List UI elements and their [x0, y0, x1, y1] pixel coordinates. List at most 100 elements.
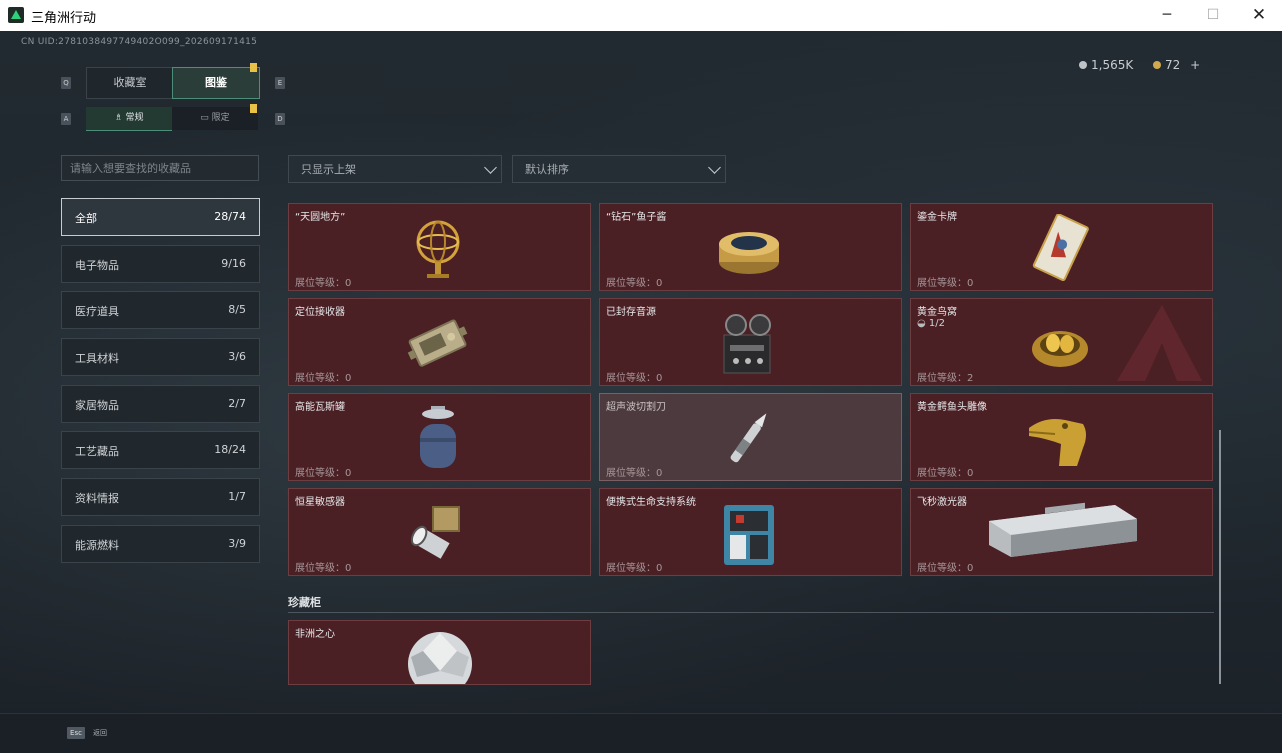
item-name: 黄金鸟窝	[917, 307, 957, 318]
collectible-card[interactable]: 超声波切割刀 展位等级：0	[599, 393, 902, 481]
level-label: 展位等级：	[295, 563, 345, 574]
category-energy[interactable]: 能源燃料 3/9	[61, 525, 260, 563]
level-label: 展位等级：	[606, 468, 656, 479]
level-value: 0	[967, 468, 974, 479]
key-hint-q: Q	[61, 77, 71, 89]
treasure-cabinet-title: 珍藏柜	[288, 596, 321, 609]
category-label: 资料情报	[75, 492, 119, 505]
back-label[interactable]: 返回	[93, 728, 107, 738]
category-count: 3/6	[228, 350, 246, 363]
silver-coin-icon	[1079, 61, 1087, 69]
new-badge	[250, 63, 257, 72]
watermark-logo-icon	[1117, 305, 1202, 381]
silver-amount: 1,565K	[1091, 58, 1134, 72]
new-badge	[250, 104, 257, 113]
collectible-card[interactable]: 定位接收器 展位等级：0	[288, 298, 591, 386]
collectible-card[interactable]: 非洲之心	[288, 620, 591, 685]
gas-canister-icon	[420, 406, 456, 468]
subtab-normal-icon: ♗	[114, 113, 126, 123]
category-tools[interactable]: 工具材料 3/6	[61, 338, 260, 376]
level-label: 展位等级：	[606, 563, 656, 574]
player-uid: CN UID:2781038497749402O099_202609171415	[21, 37, 258, 47]
collectible-card[interactable]: 鎏金卡牌 展位等级：0	[910, 203, 1213, 291]
category-household[interactable]: 家居物品 2/7	[61, 385, 260, 423]
minimize-button[interactable]: ─	[1144, 0, 1190, 31]
category-label: 家居物品	[75, 399, 119, 412]
category-intel[interactable]: 资料情报 1/7	[61, 478, 260, 516]
collectible-card[interactable]: 黄金鳄鱼头雕像 展位等级：0	[910, 393, 1213, 481]
collectible-card[interactable]: 飞秒激光器 展位等级：0	[910, 488, 1213, 576]
level-label: 展位等级：	[295, 468, 345, 479]
category-crafts[interactable]: 工艺藏品 18/24	[61, 431, 260, 469]
tab-collection-room[interactable]: 收藏室	[86, 67, 173, 99]
star-sensor-icon	[410, 506, 460, 559]
sort-dropdown-label: 默认排序	[525, 163, 569, 176]
item-level: 展位等级：0	[606, 274, 662, 289]
tab-catalog[interactable]: 图鉴	[172, 67, 260, 99]
category-count: 9/16	[221, 257, 246, 270]
collectible-card[interactable]: 高能瓦斯罐 展位等级：0	[288, 393, 591, 481]
level-value: 0	[656, 278, 663, 289]
item-level: 展位等级：0	[917, 274, 973, 289]
collectible-card[interactable]: 已封存音源 展位等级：0	[599, 298, 902, 386]
collectible-card[interactable]: “天圆地方” 展位等级：0	[288, 203, 591, 291]
category-label: 电子物品	[75, 259, 119, 272]
item-level: 展位等级：0	[295, 274, 351, 289]
category-label: 全部	[75, 212, 97, 225]
gilded-card-icon	[1032, 214, 1089, 281]
app-logo-icon	[8, 7, 24, 23]
filter-dropdown[interactable]: 只显示上架	[288, 155, 502, 183]
collectible-card[interactable]: 便携式生命支持系统 展位等级：0	[599, 488, 902, 576]
item-level: 展位等级：0	[917, 464, 973, 479]
category-medical[interactable]: 医疗道具 8/5	[61, 291, 260, 329]
add-currency-button[interactable]: +	[1190, 58, 1200, 72]
key-hint-a: A	[61, 113, 71, 125]
item-name: 黄金鳄鱼头雕像	[917, 402, 987, 413]
item-level: 展位等级：2	[917, 369, 973, 384]
level-label: 展位等级：	[917, 278, 967, 289]
item-name: “天圆地方”	[295, 212, 346, 223]
item-progress: ◒ 1/2	[917, 318, 945, 329]
item-name: 鎏金卡牌	[917, 212, 957, 223]
search-input[interactable]: 请输入想要查找的收藏品	[61, 155, 259, 181]
subtab-normal-label: 常规	[125, 113, 144, 123]
window-titlebar: 三角洲行动 ─ ☐ ✕	[0, 0, 1282, 32]
subtab-limited-label: 限定	[211, 113, 230, 123]
item-level: 展位等级：0	[295, 464, 351, 479]
item-name: 定位接收器	[295, 307, 345, 318]
key-hint-d: D	[275, 113, 285, 125]
golden-nest-icon	[1032, 331, 1088, 367]
collectible-card[interactable]: 黄金鸟窝 ◒ 1/2 展位等级：2	[910, 298, 1213, 386]
section-divider	[288, 612, 1214, 613]
item-name: 非洲之心	[295, 629, 335, 640]
category-electronics[interactable]: 电子物品 9/16	[61, 245, 260, 283]
maximize-button[interactable]: ☐	[1190, 0, 1236, 31]
level-value: 0	[656, 468, 663, 479]
sort-dropdown[interactable]: 默认排序	[512, 155, 726, 183]
category-count: 3/9	[228, 537, 246, 550]
level-value: 0	[656, 373, 663, 384]
item-name: 超声波切割刀	[606, 402, 666, 413]
item-level: 展位等级：0	[295, 559, 351, 574]
collectible-card[interactable]: “钻石”鱼子酱 展位等级：0	[599, 203, 902, 291]
level-label: 展位等级：	[295, 278, 345, 289]
item-name: 高能瓦斯罐	[295, 402, 345, 413]
subtab-normal[interactable]: ♗ 常规	[86, 107, 172, 131]
item-level: 展位等级：0	[295, 369, 351, 384]
close-button[interactable]: ✕	[1236, 0, 1282, 31]
category-count: 18/24	[214, 443, 246, 456]
level-label: 展位等级：	[606, 278, 656, 289]
item-name: 恒星敏感器	[295, 497, 345, 508]
item-name: 便携式生命支持系统	[606, 497, 696, 508]
subtab-limited[interactable]: ▭ 限定	[172, 107, 258, 130]
level-label: 展位等级：	[295, 373, 345, 384]
chevron-down-icon	[484, 161, 497, 174]
collectible-card[interactable]: 恒星敏感器 展位等级：0	[288, 488, 591, 576]
category-all[interactable]: 全部 28/74	[61, 198, 260, 236]
filter-dropdown-label: 只显示上架	[301, 163, 356, 176]
category-count: 1/7	[228, 490, 246, 503]
currency-silver: 1,565K	[1079, 58, 1133, 72]
category-count: 28/74	[214, 210, 246, 223]
esc-key-hint[interactable]: Esc	[67, 727, 85, 739]
list-scrollbar[interactable]	[1219, 430, 1221, 684]
